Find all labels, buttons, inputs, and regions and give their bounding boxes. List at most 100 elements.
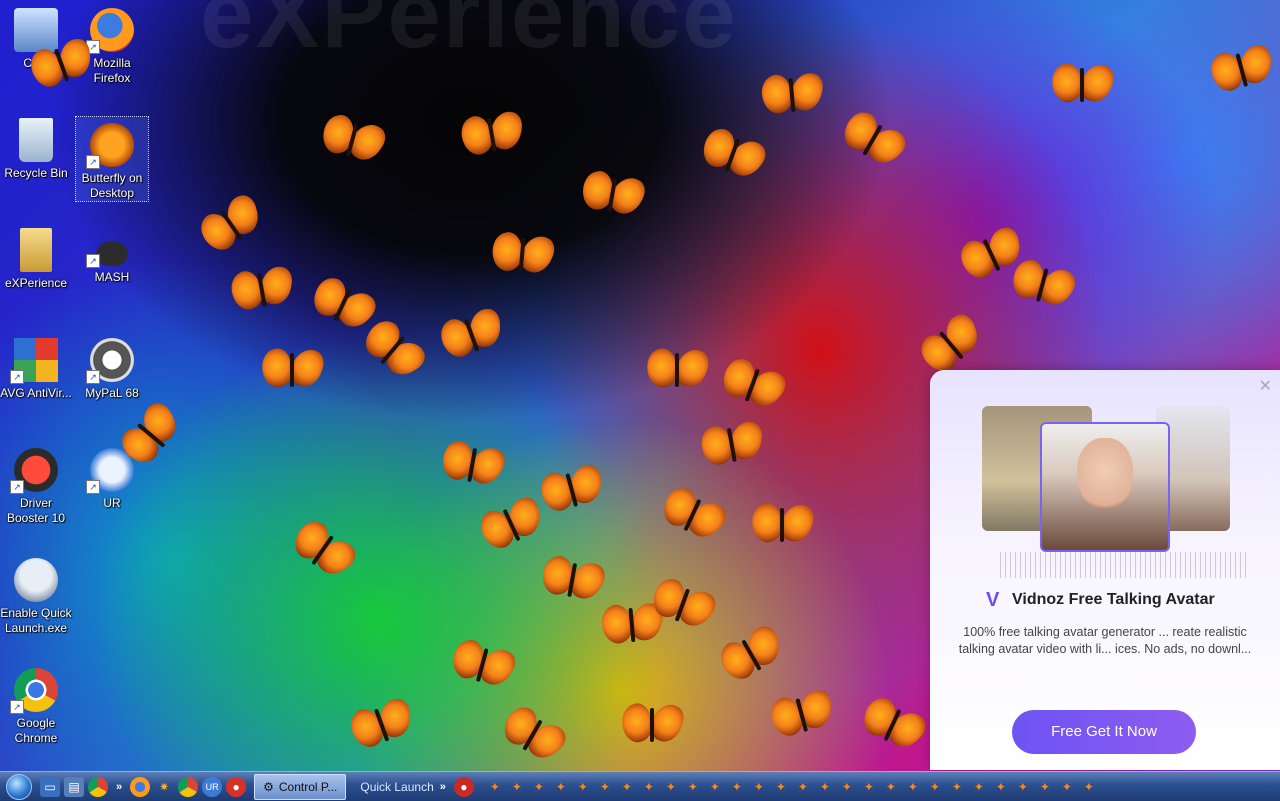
shortcut-arrow-icon: ↗	[10, 480, 24, 494]
driver-booster-icon: ↗	[10, 448, 58, 494]
avatar-face	[1077, 438, 1133, 510]
desktop-icon-label: MyPaL 68	[85, 386, 139, 400]
butterfly-icon	[533, 458, 609, 525]
shortcut-arrow-icon: ↗	[86, 480, 100, 494]
quick-launch-chevron-icon[interactable]: »	[116, 781, 122, 793]
butterfly-icon	[224, 260, 298, 322]
taskbar-button-control-panel[interactable]: ⚙ Control P...	[254, 773, 347, 800]
desktop-icon-label: UR	[103, 496, 121, 510]
butterfly-icon	[472, 489, 552, 563]
butterfly-icon	[711, 617, 792, 694]
shortcut-arrow-icon: ↗	[10, 370, 24, 384]
popup-brand: V Vidnoz Free Talking Avatar	[986, 590, 1215, 610]
desktop-icon-label: Google Chrome	[14, 716, 58, 745]
butterfly-icon	[281, 511, 363, 590]
desktop-icon-mash[interactable]: ↗ MASH	[76, 222, 148, 285]
butterfly-icon: ✦	[841, 779, 852, 794]
butterfly-icon: ✦	[621, 779, 632, 794]
quick-launch-overflow-icon[interactable]: »	[440, 781, 446, 793]
popup-title: Vidnoz Free Talking Avatar	[1012, 591, 1215, 608]
desktop-icon-recycle-bin[interactable]: Recycle Bin	[0, 112, 72, 181]
butterfly-icon	[444, 633, 521, 700]
recycle-bin-icon	[19, 118, 53, 162]
butterfly-icon: ✦	[665, 779, 676, 794]
desktop-icon-label: Butterfly on Desktop	[81, 171, 143, 200]
butterfly-icon: ✦	[753, 779, 764, 794]
shortcut-arrow-icon: ↗	[86, 254, 100, 268]
butterfly-icon: ✦	[577, 779, 588, 794]
avatar-card-woman[interactable]	[1040, 422, 1170, 552]
desktop-icon-label: Driver Booster 10	[6, 496, 66, 525]
popup-description: 100% free talking avatar generator ... r…	[958, 625, 1252, 656]
free-get-it-now-button[interactable]: Free Get It Now	[1012, 710, 1196, 754]
ur-taskbar-icon[interactable]: UR	[202, 776, 223, 797]
vidnoz-logo-icon: V	[986, 589, 1000, 611]
desktop-icon-experience[interactable]: eXPerience	[0, 222, 72, 291]
butterfly-icon: ✦	[973, 779, 984, 794]
windows-start-orb-icon	[6, 773, 32, 800]
butterfly-icon	[491, 697, 572, 774]
explorer-icon[interactable]: ▤	[64, 776, 84, 797]
chrome-taskbar-icon[interactable]	[178, 776, 199, 797]
show-desktop-icon[interactable]: ▭	[40, 776, 60, 797]
butterfly-icon: ✦	[1017, 779, 1028, 794]
firefox-taskbar-icon[interactable]	[130, 776, 151, 797]
desktop-watermark: eXPerience	[200, 0, 738, 68]
butterfly-icon	[755, 67, 826, 124]
butterfly-icon: ✦	[511, 779, 522, 794]
folder-icon	[20, 228, 52, 272]
quick-launch-label: Quick Launch	[360, 779, 434, 794]
taskbar: ▭ ▤ » ✷ UR ● ⚙ Control P... Quick Launch…	[0, 771, 1280, 801]
butterfly-icon	[433, 301, 511, 372]
butterfly-taskbar-strip: ✦ ✦ ✦ ✦ ✦ ✦ ✦ ✦ ✦ ✦ ✦ ✦ ✦ ✦ ✦ ✦ ✦ ✦ ✦ ✦ ✦ ✦ ✦ ✦ ✦ ✦ ✦…	[484, 780, 1100, 794]
butterfly-icon	[576, 165, 650, 227]
butterfly-icon: ✦	[1061, 779, 1072, 794]
desktop-icon-enable-quick-launch[interactable]: Enable Quick Launch.exe	[0, 552, 72, 636]
butterfly-icon: ✦	[863, 779, 874, 794]
butterfly-icon: ✦	[907, 779, 918, 794]
butterfly-icon: ✦	[709, 779, 720, 794]
butterfly-icon: ✦	[687, 779, 698, 794]
shortcut-arrow-icon: ↗	[86, 155, 100, 169]
butterfly-icon: ✦	[1039, 779, 1050, 794]
desktop-icon-google-chrome[interactable]: ↗ Google Chrome	[0, 662, 72, 746]
butterfly-icon	[488, 227, 559, 284]
desktop-icon-mypal[interactable]: ↗ MyPaL 68	[76, 332, 148, 401]
start-button[interactable]	[0, 773, 38, 801]
butterfly-icon: ✦	[797, 779, 808, 794]
butterfly-icon: ✦	[1083, 779, 1094, 794]
butterfly-icon: ✦	[731, 779, 742, 794]
desktop-icon-label: MASH	[94, 270, 130, 284]
butterfly-icon	[454, 105, 528, 167]
butterfly-icon	[1004, 253, 1081, 320]
butterfly-icon	[652, 479, 732, 553]
ufo-icon: ↗	[86, 236, 134, 268]
butterfly-icon	[314, 108, 391, 175]
desktop-icon-label: Recycle Bin	[4, 166, 68, 180]
butterfly-icon	[852, 689, 932, 763]
butterfly-icon: ✦	[995, 779, 1006, 794]
butterfly-icon	[191, 186, 273, 265]
quick-launch-icon	[14, 558, 58, 602]
desktop-icon-butterfly-on-desktop[interactable]: ↗ Butterfly on Desktop	[75, 116, 149, 202]
butterfly-icon	[343, 691, 421, 762]
desktop-icon-avg-antivirus[interactable]: ↗ AVG AntiVir...	[0, 332, 72, 401]
butterfly-icon	[616, 700, 688, 752]
butterfly-icon: ✦	[819, 779, 830, 794]
close-icon[interactable]: ✕	[1259, 376, 1272, 396]
butterfly-icon: ✦	[533, 779, 544, 794]
desktop-icon-label: AVG AntiVir...	[0, 386, 72, 400]
butterfly-icon	[746, 500, 818, 552]
desktop-icon-driver-booster[interactable]: ↗ Driver Booster 10	[0, 442, 72, 526]
butterfly-icon: ↗	[86, 123, 134, 169]
mash-taskbar-icon[interactable]: ✷	[154, 777, 174, 797]
butterfly-icon	[713, 351, 791, 422]
audio-waveform	[1000, 552, 1250, 578]
butterfly-icon	[693, 121, 771, 192]
butterfly-icon: ✦	[599, 779, 610, 794]
driver-booster-taskbar-icon[interactable]: ●	[226, 776, 247, 797]
chrome-taskbar-icon[interactable]	[88, 776, 108, 797]
butterfly-icon: ✦	[643, 779, 654, 794]
red-app-icon[interactable]: ●	[453, 776, 474, 797]
shortcut-arrow-icon: ↗	[86, 370, 100, 384]
